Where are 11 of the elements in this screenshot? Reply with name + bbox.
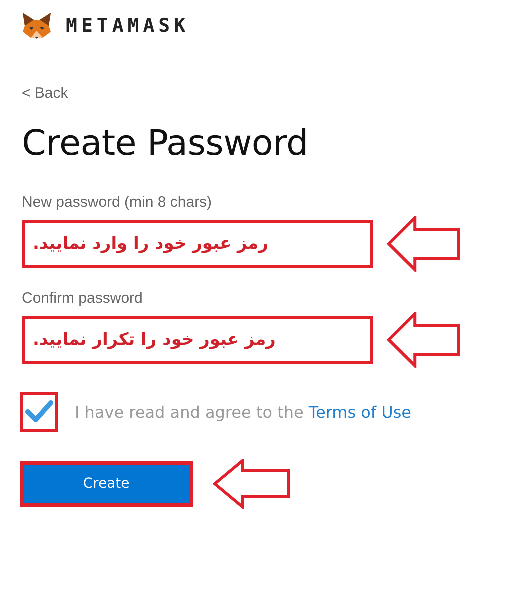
field-label: Confirm password (22, 290, 143, 307)
create-button[interactable]: Create (24, 465, 189, 503)
password-field[interactable]: رمز عبور خود را تکرار نمایید. (22, 316, 373, 364)
terms-link[interactable]: Terms of Use (308, 402, 412, 422)
fox-logo-icon (22, 12, 52, 40)
agreement-text: I have read and agree to the Terms of Use (75, 402, 412, 422)
password-field[interactable]: رمز عبور خود را وارد نمایید. (22, 220, 373, 268)
back-link[interactable]: < Back (22, 85, 68, 102)
brand-name: METAMASK (66, 15, 190, 37)
page-title: Create Password (22, 124, 310, 164)
field-label: New password (min 8 chars) (22, 194, 212, 211)
